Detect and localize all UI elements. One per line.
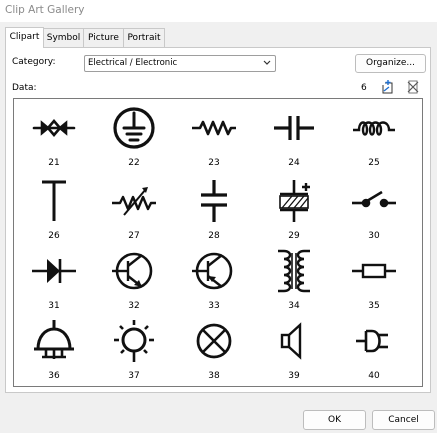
tab-picture[interactable]: Picture [83, 28, 124, 47]
item-number: 34 [288, 301, 300, 311]
delete-item-icon[interactable] [405, 79, 421, 95]
clipart-item-25[interactable]: 25 [334, 106, 414, 174]
item-number: 21 [48, 158, 60, 168]
clipart-item-27[interactable]: 27 [94, 179, 174, 247]
item-number: 37 [128, 371, 140, 381]
capacitor-symbol-icon [274, 116, 314, 140]
clipart-item-33[interactable]: 33 [174, 249, 254, 317]
lamp-symbol-icon [114, 320, 154, 362]
item-number: 23 [208, 158, 220, 168]
inductor-symbol-icon [353, 121, 395, 136]
ok-button[interactable]: OK [303, 410, 366, 430]
pnp-transistor-symbol-icon [192, 252, 233, 290]
item-number: 30 [368, 231, 380, 241]
item-number: 32 [128, 301, 140, 311]
item-number: 25 [368, 158, 380, 168]
clipart-gallery[interactable]: 21 22 23 24 25 26 27 28 29 30 31 32 33 3… [13, 98, 423, 387]
battery-symbol-icon [279, 180, 310, 222]
tab-clipart[interactable]: Clipart [5, 27, 44, 48]
indicator-lamp-symbol-icon [196, 323, 232, 359]
title-bar: Clip Art Gallery [0, 0, 437, 22]
item-number: 33 [208, 301, 220, 311]
clipart-item-35[interactable]: 35 [334, 249, 414, 317]
clipart-item-39[interactable]: 39 [254, 319, 334, 386]
transformer-symbol-icon [278, 249, 310, 293]
resistor-symbol-icon [192, 120, 236, 136]
item-number: 35 [368, 301, 380, 311]
bell-symbol-icon [34, 320, 74, 359]
clipart-item-30[interactable]: 30 [334, 179, 414, 247]
item-number: 40 [368, 371, 380, 381]
switch-symbol-icon [352, 190, 396, 208]
clipart-item-29[interactable]: 29 [254, 179, 334, 247]
item-number: 36 [48, 371, 60, 381]
item-number: 22 [128, 158, 140, 168]
item-count: 6 [361, 83, 367, 93]
add-item-icon[interactable] [380, 79, 396, 95]
item-number: 31 [48, 301, 60, 311]
fuse-symbol-icon [352, 263, 396, 279]
clipart-item-21[interactable]: 21 [14, 106, 94, 174]
tab-symbol[interactable]: Symbol [43, 28, 84, 47]
item-number: 27 [128, 231, 140, 241]
clipart-item-31[interactable]: 31 [14, 249, 94, 317]
t-junction-symbol-icon [42, 180, 66, 221]
window-title: Clip Art Gallery [5, 4, 85, 16]
diode-pair-symbol-icon [32, 119, 76, 137]
clipart-item-32[interactable]: 32 [94, 249, 174, 317]
clipart-item-38[interactable]: 38 [174, 319, 254, 386]
npn-transistor-symbol-icon [112, 252, 153, 290]
item-number: 39 [288, 371, 300, 381]
item-number: 26 [48, 231, 60, 241]
item-number: 24 [288, 158, 300, 168]
variable-resistor-symbol-icon [112, 187, 156, 216]
organize-button[interactable]: Organize... [355, 54, 426, 73]
category-label: Category: [12, 57, 56, 67]
clipart-item-24[interactable]: 24 [254, 106, 334, 174]
category-value: Electrical / Electronic [88, 58, 178, 68]
clipart-item-40[interactable]: 40 [334, 319, 414, 386]
chevron-down-icon [263, 60, 271, 65]
diode-symbol-icon [32, 259, 76, 283]
item-number: 38 [208, 371, 220, 381]
ground-symbol-icon [113, 107, 155, 149]
data-label: Data: [12, 83, 37, 93]
clipart-item-34[interactable]: 34 [254, 249, 334, 317]
item-number: 29 [288, 231, 300, 241]
category-select[interactable]: Electrical / Electronic [84, 55, 276, 72]
clipart-item-37[interactable]: 37 [94, 319, 174, 386]
plug-symbol-icon [356, 329, 388, 353]
tab-portrait[interactable]: Portrait [123, 28, 165, 47]
speaker-symbol-icon [280, 322, 302, 360]
clipart-item-26[interactable]: 26 [14, 179, 94, 247]
clipart-item-28[interactable]: 28 [174, 179, 254, 247]
clipart-item-23[interactable]: 23 [174, 106, 254, 174]
clipart-item-36[interactable]: 36 [14, 319, 94, 386]
clipart-item-22[interactable]: 22 [94, 106, 174, 174]
cancel-button[interactable]: Cancel [372, 410, 435, 430]
capacitor-vertical-symbol-icon [201, 180, 227, 222]
item-number: 28 [208, 231, 220, 241]
